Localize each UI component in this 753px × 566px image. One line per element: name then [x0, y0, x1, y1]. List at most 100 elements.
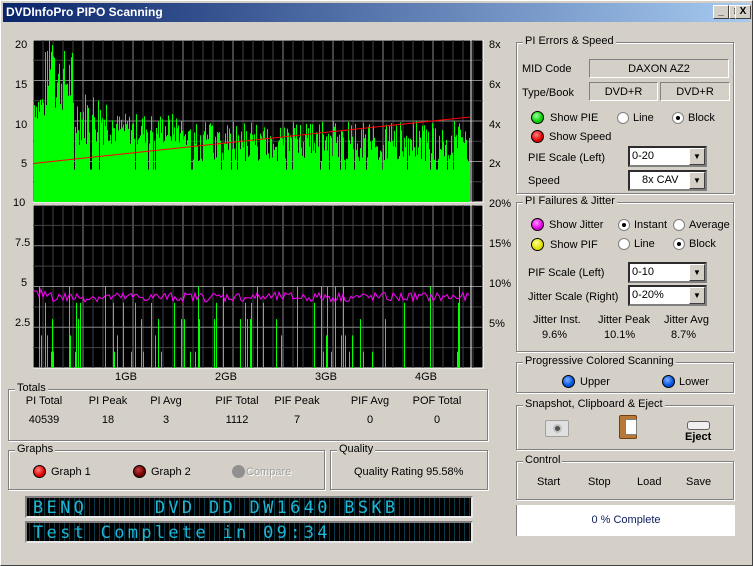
pie-bar [72, 52, 73, 203]
chevron-down-icon[interactable]: ▼ [689, 287, 705, 304]
lower-toggle[interactable]: Lower [679, 376, 709, 388]
pie-bar [129, 116, 130, 202]
window-title: DVDInfoPro PIPO Scanning [6, 5, 163, 19]
totals-legend: Totals [15, 382, 48, 394]
camera-icon[interactable] [545, 420, 569, 437]
show-speed-toggle[interactable]: Show Speed [549, 131, 611, 143]
pie-bar [277, 161, 278, 202]
pie-bar [459, 123, 460, 202]
speed-select[interactable]: 8x CAV ▼ [628, 170, 707, 191]
pie-bar [440, 149, 441, 202]
close-button[interactable]: X [735, 5, 751, 19]
save-button[interactable]: Save [686, 476, 711, 488]
clipboard-icon[interactable] [619, 415, 637, 439]
pie-bar [222, 152, 223, 202]
pie-bar [183, 139, 184, 202]
pif-scale-select[interactable]: 0-10 ▼ [628, 262, 707, 283]
pie-bar [290, 135, 291, 202]
pie-bar [256, 124, 257, 202]
graph1-led-icon[interactable] [33, 465, 46, 478]
pif-bar [76, 302, 77, 368]
jitter-avg-label: Jitter Avg [664, 314, 710, 326]
pie-line-radio[interactable] [617, 112, 629, 124]
jitter-instant-label[interactable]: Instant [634, 219, 667, 231]
upper-led-icon[interactable] [562, 375, 575, 388]
pie-bar [43, 102, 44, 202]
y-tick-right: 10% [489, 278, 512, 290]
pie-bar [35, 117, 36, 202]
lower-led-icon[interactable] [662, 375, 675, 388]
pif-line-radio[interactable] [618, 238, 630, 250]
pie-bar [149, 143, 150, 202]
eject-icon[interactable] [687, 421, 710, 430]
pif-block-label[interactable]: Block [689, 238, 716, 250]
pie-bar [142, 118, 143, 202]
show-speed-led-icon[interactable] [531, 130, 544, 143]
x-tick: 3GB [315, 371, 338, 383]
upper-toggle[interactable]: Upper [580, 376, 610, 388]
load-button[interactable]: Load [637, 476, 661, 488]
jitter-avg-value: 8.7% [671, 329, 697, 341]
pi-failures-legend: PI Failures & Jitter [523, 195, 617, 207]
chevron-down-icon[interactable]: ▼ [689, 264, 705, 281]
pie-bar [226, 143, 227, 202]
chevron-down-icon[interactable]: ▼ [689, 148, 705, 165]
show-pif-toggle[interactable]: Show PIF [550, 239, 598, 251]
chevron-down-icon[interactable]: ▼ [689, 172, 705, 189]
pie-bar [192, 169, 193, 202]
graph2-led-icon[interactable] [133, 465, 146, 478]
pie-bar [127, 120, 128, 202]
jitter-scale-select[interactable]: 0-20% ▼ [628, 285, 707, 306]
pie-bar [392, 140, 393, 202]
stop-button[interactable]: Stop [588, 476, 611, 488]
pie-bar [402, 151, 403, 202]
jitter-peak-value: 10.1% [604, 329, 636, 341]
totals-header: PIF Avg [350, 395, 390, 407]
pie-bar [69, 64, 70, 202]
pif-bar [257, 286, 258, 368]
totals-header: PI Avg [150, 395, 182, 407]
show-pif-led-icon[interactable] [531, 238, 544, 251]
pie-bar [82, 119, 83, 202]
pie-bar [443, 141, 444, 202]
show-pie-led-icon[interactable] [531, 111, 544, 124]
jitter-average-radio[interactable] [673, 219, 685, 231]
eject-button[interactable]: Eject [685, 431, 711, 443]
pie-bar [466, 139, 467, 202]
jitter-average-label[interactable]: Average [689, 219, 730, 231]
pie-bar [44, 115, 45, 202]
graph1-button[interactable]: Graph 1 [51, 466, 91, 478]
pie-bar [289, 151, 290, 202]
pie-bar [403, 156, 404, 202]
pie-bar [50, 69, 51, 202]
pif-bar [158, 319, 159, 368]
pie-bar [210, 123, 211, 202]
pie-bar [338, 156, 339, 202]
pie-bar [58, 73, 59, 202]
pie-bar [347, 159, 348, 202]
pie-bar [441, 149, 442, 202]
jitter-instant-radio[interactable] [618, 219, 630, 231]
show-pie-toggle[interactable]: Show PIE [550, 112, 598, 124]
pie-bar [439, 135, 440, 202]
pie-line-label[interactable]: Line [633, 112, 654, 124]
minimize-button[interactable]: _ [713, 5, 729, 19]
pie-block-label[interactable]: Block [688, 112, 715, 124]
pif-bar [216, 302, 217, 368]
pif-block-radio[interactable] [673, 238, 685, 250]
pie-bar [453, 169, 454, 202]
start-button[interactable]: Start [537, 476, 560, 488]
show-jitter-toggle[interactable]: Show Jitter [549, 219, 603, 231]
pif-line-label[interactable]: Line [634, 238, 655, 250]
pie-scale-select[interactable]: 0-20 ▼ [628, 146, 707, 167]
pif-bar [174, 302, 175, 368]
pie-bar [463, 142, 464, 202]
show-jitter-led-icon[interactable] [531, 218, 544, 231]
pie-bar [309, 146, 310, 202]
graph2-button[interactable]: Graph 2 [151, 466, 191, 478]
y-tick-left: 15 [15, 79, 28, 91]
pie-block-radio[interactable] [672, 112, 684, 124]
pie-bar [102, 118, 103, 202]
pie-bar [117, 115, 118, 202]
pie-bar [125, 113, 126, 202]
